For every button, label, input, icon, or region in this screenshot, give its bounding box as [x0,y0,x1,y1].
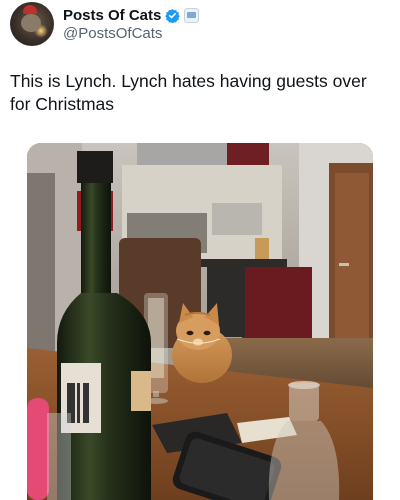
tweet-photo[interactable] [27,143,373,500]
affiliate-badge-image [187,11,197,18]
door-handle [339,263,349,266]
verified-badge-icon [165,8,181,23]
clear-glass-left [47,413,71,500]
photo-scene [27,143,373,500]
affiliate-badge-icon[interactable] [184,7,200,23]
range-hood [137,143,227,165]
author-avatar[interactable] [10,2,54,46]
microwave [212,203,262,235]
tweet-header: Posts Of Cats @PostsOfCats [10,0,390,50]
author-name-row: Posts Of Cats [63,5,200,25]
author-handle[interactable]: @PostsOfCats [63,25,162,42]
pink-object [27,398,49,500]
avatar-cat-face [21,14,41,32]
door-panel [335,173,369,348]
tweet-text: This is Lynch. Lynch hates having guests… [10,71,367,114]
lower-cabinet [242,267,312,347]
left-appliance [27,173,55,363]
author-display-name[interactable]: Posts Of Cats [63,7,161,24]
avatar-santa-hat [23,5,37,14]
